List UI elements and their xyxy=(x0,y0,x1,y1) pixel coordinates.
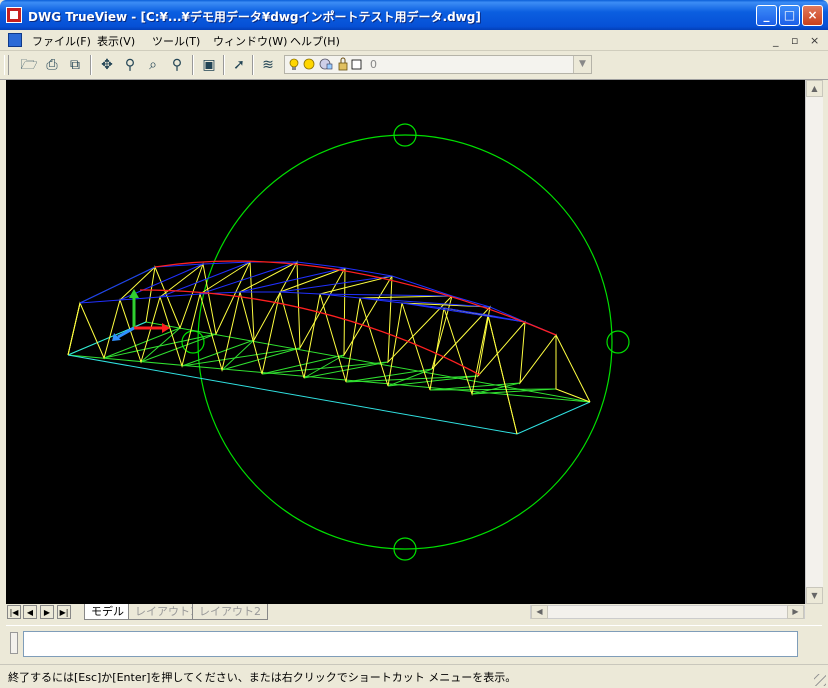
marker-circle-right xyxy=(606,330,630,354)
bulb-icon xyxy=(289,58,299,70)
scroll-right-icon[interactable]: ▶ xyxy=(787,605,804,619)
app-icon[interactable] xyxy=(6,7,22,23)
window-title: DWG TrueView - [C:¥...¥デモ用データ¥dwgインポートテス… xyxy=(28,10,481,24)
zoom-realtime-icon[interactable]: ⚲ xyxy=(121,56,139,74)
layer-combo[interactable]: 0 ▼ xyxy=(284,55,592,74)
layer-manager-icon[interactable]: ≋ xyxy=(259,56,277,74)
close-button[interactable]: × xyxy=(802,5,823,26)
next-tab-icon[interactable]: ▶ xyxy=(40,605,54,619)
zoom-previous-icon[interactable]: ⚲ xyxy=(168,56,186,74)
minimize-button[interactable]: _ xyxy=(756,5,777,26)
top-chords xyxy=(79,261,557,336)
open-icon[interactable]: 🗁 xyxy=(20,56,38,74)
vertical-scrollbar[interactable]: ▲ ▼ xyxy=(805,80,823,604)
outer-circle xyxy=(197,134,613,550)
menu-help[interactable]: ヘルプ(H) xyxy=(290,33,340,49)
status-message: 終了するには[Esc]か[Enter]を押してください、または右クリックでショー… xyxy=(8,671,517,684)
color-swatch-icon xyxy=(351,59,362,70)
toolbar-separator xyxy=(252,55,254,75)
pan-icon[interactable]: ✥ xyxy=(98,56,116,74)
layer-state-icons xyxy=(289,57,362,71)
mdi-minimize-button[interactable]: _ xyxy=(773,34,779,47)
scroll-up-icon[interactable]: ▲ xyxy=(806,80,823,97)
first-tab-icon[interactable]: |◀ xyxy=(7,605,21,619)
chevron-down-icon[interactable]: ▼ xyxy=(573,56,591,73)
zoom-window-icon[interactable]: ⌕ xyxy=(144,56,162,74)
menu-window[interactable]: ウィンドウ(W) xyxy=(213,33,287,49)
plot-icon[interactable]: ⧉ xyxy=(66,56,84,74)
marker-circle-left xyxy=(181,330,205,354)
previous-tab-icon[interactable]: ◀ xyxy=(23,605,37,619)
drawing-canvas[interactable] xyxy=(6,80,805,604)
mdi-close-button[interactable]: × xyxy=(810,34,819,47)
bottom-deck xyxy=(67,266,591,403)
resize-grip-icon[interactable] xyxy=(814,674,826,686)
tab-layout2[interactable]: レイアウト2 xyxy=(192,604,268,620)
freeze-viewport-icon xyxy=(319,58,333,70)
truss-bridge-drawing xyxy=(67,123,630,561)
toolbar-grip[interactable] xyxy=(4,55,9,75)
toolbar-separator xyxy=(192,55,194,75)
menu-file[interactable]: ファイル(F) xyxy=(32,33,91,49)
lock-icon xyxy=(338,57,348,71)
publish-icon[interactable]: ➚ xyxy=(230,56,248,74)
tab-model[interactable]: モデル xyxy=(84,604,131,620)
document-icon[interactable] xyxy=(8,33,22,47)
command-line-handle[interactable] xyxy=(10,632,18,654)
command-input[interactable] xyxy=(23,631,798,657)
scroll-down-icon[interactable]: ▼ xyxy=(806,587,823,604)
toolbar-separator xyxy=(90,55,92,75)
toolbar-separator xyxy=(223,55,225,75)
mdi-restore-button[interactable]: ▫ xyxy=(791,34,798,47)
menu-view[interactable]: 表示(V) xyxy=(97,33,135,49)
layer-name: 0 xyxy=(370,58,377,71)
horizontal-scrollbar[interactable]: ◀ ▶ xyxy=(530,605,805,619)
viewport-icon[interactable]: ▣ xyxy=(200,56,218,74)
menu-tools[interactable]: ツール(T) xyxy=(152,33,200,49)
truss-diagonals xyxy=(67,260,591,435)
maximize-button[interactable]: □ xyxy=(779,5,800,26)
sun-icon xyxy=(303,58,315,70)
app-window: DWG TrueView - [C:¥...¥デモ用データ¥dwgインポートテス… xyxy=(0,0,828,688)
scroll-left-icon[interactable]: ◀ xyxy=(531,605,548,619)
last-tab-icon[interactable]: ▶| xyxy=(57,605,71,619)
print-icon[interactable]: ⎙ xyxy=(43,56,61,74)
title-bar[interactable]: DWG TrueView - [C:¥...¥デモ用データ¥dwgインポートテス… xyxy=(0,0,828,30)
